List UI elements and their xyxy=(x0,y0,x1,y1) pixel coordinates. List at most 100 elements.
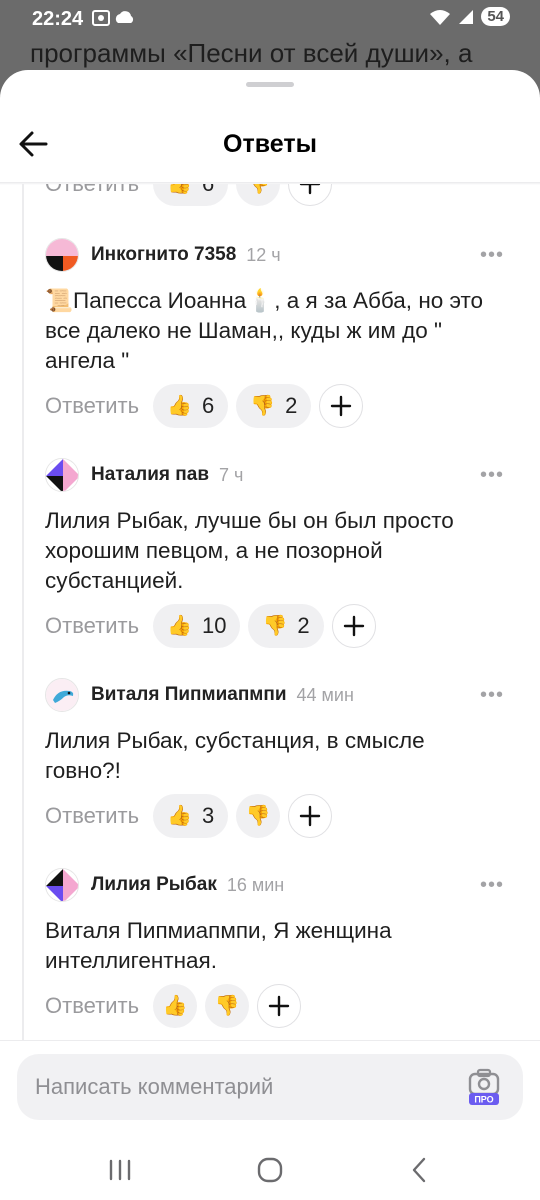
like-count: 10 xyxy=(201,613,227,638)
comment-header: Лилия Рыбак 16 мин xyxy=(45,868,284,902)
camera-icon: ПРО xyxy=(468,1068,500,1105)
thumbs-down-icon: 👎 xyxy=(262,615,288,637)
like-count: 6 xyxy=(202,184,214,197)
more-options-icon[interactable]: ••• xyxy=(480,244,504,267)
comment-line: Лилия Рыбак, лучше бы он был просто xyxy=(45,508,454,533)
dislike-button[interactable]: 👎 2 xyxy=(236,384,312,428)
thumbs-down-icon: 👎 xyxy=(245,184,271,195)
drag-handle[interactable] xyxy=(246,82,294,87)
dislike-button[interactable]: 👎 xyxy=(205,984,250,1028)
comment-line: субстанцией. xyxy=(45,568,184,593)
system-nav-bar xyxy=(0,1140,540,1200)
plus-icon xyxy=(331,395,352,417)
home-button[interactable] xyxy=(250,1154,290,1186)
more-options-icon[interactable]: ••• xyxy=(480,464,504,487)
comment-time: 16 мин xyxy=(226,874,285,895)
plus-icon xyxy=(268,995,290,1017)
add-reaction-button[interactable] xyxy=(319,384,364,428)
avatar-image xyxy=(46,869,78,901)
comment-line: говно?! xyxy=(45,758,121,783)
comment-line: ангела " xyxy=(45,348,130,373)
avatar[interactable] xyxy=(45,678,79,712)
comment-actions: Ответить 👍 6 👎 2 xyxy=(45,384,364,428)
thumbs-up-icon: 👍 xyxy=(167,184,192,195)
scroll-emoji-icon: 📜 xyxy=(45,288,74,313)
status-right: 54 xyxy=(429,7,510,26)
more-options-icon[interactable]: ••• xyxy=(480,684,504,707)
comment-actions: Ответить 👍 10 👎 2 xyxy=(45,604,376,648)
battery-icon: 54 xyxy=(481,7,510,26)
author-name[interactable]: Лилия Рыбак xyxy=(91,874,217,896)
status-time: 22:24 xyxy=(32,8,84,30)
pro-badge: ПРО xyxy=(474,1095,493,1105)
reply-button[interactable]: Ответить xyxy=(45,184,139,197)
wifi-icon xyxy=(430,9,451,25)
like-count: 3 xyxy=(201,803,215,828)
thumbs-down-icon: 👎 xyxy=(214,995,240,1017)
comments-list: Ответить 👍 6 👎 xyxy=(0,184,540,1040)
plus-icon xyxy=(300,805,321,827)
dislike-button[interactable]: 👎 2 xyxy=(248,604,324,648)
reply-button[interactable]: Ответить xyxy=(45,613,139,639)
dislike-button[interactable]: 👎 xyxy=(236,794,281,838)
recent-apps-button[interactable] xyxy=(100,1154,140,1186)
thumbs-up-icon: 👍 xyxy=(167,805,192,827)
recent-apps-icon xyxy=(109,1159,131,1181)
comment-line: все далеко не Шаман,, куды ж им до " xyxy=(45,318,442,343)
dislike-count: 2 xyxy=(297,613,310,638)
comment-line: Лилия Рыбак, субстанция, в смысле xyxy=(45,728,425,753)
thumbs-up-icon: 👍 xyxy=(162,995,188,1017)
comment-header: Инкогнито 7358 12 ч xyxy=(45,238,281,272)
page-title: Ответы xyxy=(223,130,317,158)
comment-line: хорошим певцом, а не позорной xyxy=(45,538,383,563)
author-name[interactable]: Виталя Пипмиапмпи xyxy=(91,684,287,706)
more-options-icon[interactable]: ••• xyxy=(480,874,504,897)
reply-button[interactable]: Ответить xyxy=(45,803,139,829)
candle-emoji-icon: 🕯️ xyxy=(246,288,275,313)
replies-sheet: Ответы Ответить 👍 6 👎 xyxy=(0,70,540,1150)
reply-button[interactable]: Ответить xyxy=(45,393,139,419)
avatar-image xyxy=(46,239,78,271)
thumbs-up-icon: 👍 xyxy=(167,395,192,417)
chevron-left-icon xyxy=(412,1157,426,1183)
comment-text: 📜Папесса Иоанна🕯️, а я за Абба, но это в… xyxy=(45,286,505,376)
thumbs-down-icon: 👎 xyxy=(250,395,276,417)
thumbs-down-icon: 👎 xyxy=(245,805,271,827)
add-reaction-button[interactable] xyxy=(331,604,376,648)
comment-actions: Ответить 👍 👎 xyxy=(45,984,302,1028)
comment-actions-partial: Ответить 👍 6 👎 xyxy=(45,184,333,206)
like-button[interactable]: 👍 xyxy=(153,984,198,1028)
comment-text: Виталя Пипмиапмпи, Я женщина интеллигент… xyxy=(45,916,505,976)
dolphin-avatar-image xyxy=(46,679,78,711)
back-nav-button[interactable] xyxy=(400,1154,440,1186)
sheet-header: Ответы xyxy=(0,110,540,182)
like-button[interactable]: 👍 10 xyxy=(153,604,241,648)
add-reaction-button[interactable] xyxy=(257,984,302,1028)
status-bar: 22:24 54 xyxy=(0,0,540,38)
notification-icons xyxy=(92,9,140,32)
home-icon xyxy=(257,1157,283,1183)
avatar-image xyxy=(46,459,78,491)
avatar[interactable] xyxy=(45,868,79,902)
avatar[interactable] xyxy=(45,458,79,492)
screenshot-icon xyxy=(92,10,134,26)
add-reaction-button[interactable] xyxy=(288,794,333,838)
comment-input-placeholder: Написать комментарий xyxy=(35,1074,274,1099)
comment-time: 12 ч xyxy=(246,244,281,265)
comment-header: Наталия пав 7 ч xyxy=(45,458,243,492)
plus-icon xyxy=(300,184,321,195)
comment-time: 7 ч xyxy=(219,464,244,485)
comment-time: 44 мин xyxy=(296,684,354,705)
plus-icon xyxy=(343,615,364,637)
like-button[interactable]: 👍 6 xyxy=(153,384,229,428)
camera-pro-button[interactable]: ПРО xyxy=(467,1066,501,1106)
avatar[interactable] xyxy=(45,238,79,272)
like-button[interactable]: 👍 3 xyxy=(153,794,229,838)
reply-button[interactable]: Ответить xyxy=(45,993,139,1019)
dislike-button[interactable]: 👎 xyxy=(236,184,281,206)
like-button[interactable]: 👍 6 xyxy=(153,184,229,206)
author-name[interactable]: Инкогнито 7358 xyxy=(91,244,236,266)
add-reaction-button[interactable] xyxy=(288,184,333,206)
author-name[interactable]: Наталия пав xyxy=(91,464,209,486)
comment-input[interactable]: Написать комментарий ПРО xyxy=(17,1054,523,1120)
